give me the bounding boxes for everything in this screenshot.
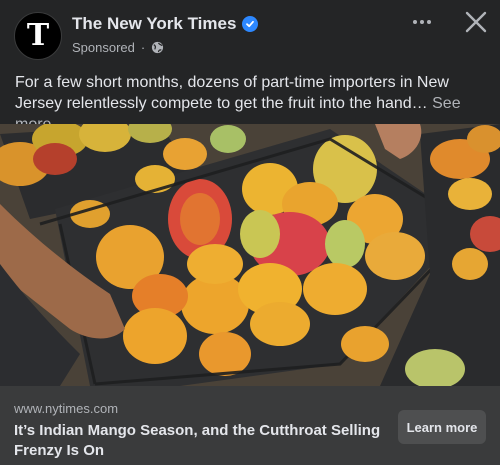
dot bbox=[420, 20, 424, 24]
globe-icon bbox=[152, 41, 164, 54]
link-preview[interactable]: www.nytimes.com It’s Indian Mango Season… bbox=[0, 386, 500, 465]
dot bbox=[427, 20, 431, 24]
avatar[interactable]: T bbox=[14, 12, 62, 60]
mango-photo-illustration bbox=[0, 124, 500, 386]
more-options-icon[interactable] bbox=[405, 8, 439, 36]
caption-text: For a few short months, dozens of part-t… bbox=[15, 74, 449, 112]
sponsored-label[interactable]: Sponsored bbox=[72, 40, 135, 55]
post-meta: Sponsored · bbox=[72, 40, 164, 55]
dot bbox=[413, 20, 417, 24]
page-name-row: The New York Times bbox=[72, 14, 259, 34]
verified-badge-icon bbox=[242, 16, 259, 32]
link-domain: www.nytimes.com bbox=[14, 401, 119, 416]
post-header: T The New York Times Sponsored · bbox=[0, 0, 500, 64]
meta-separator: · bbox=[140, 40, 146, 55]
close-icon[interactable] bbox=[462, 8, 490, 36]
page-name[interactable]: The New York Times bbox=[72, 14, 236, 34]
learn-more-button[interactable]: Learn more bbox=[398, 410, 486, 444]
link-headline[interactable]: It’s Indian Mango Season, and the Cutthr… bbox=[14, 421, 384, 461]
post-image[interactable] bbox=[0, 124, 500, 386]
avatar-logo: T bbox=[26, 18, 50, 53]
